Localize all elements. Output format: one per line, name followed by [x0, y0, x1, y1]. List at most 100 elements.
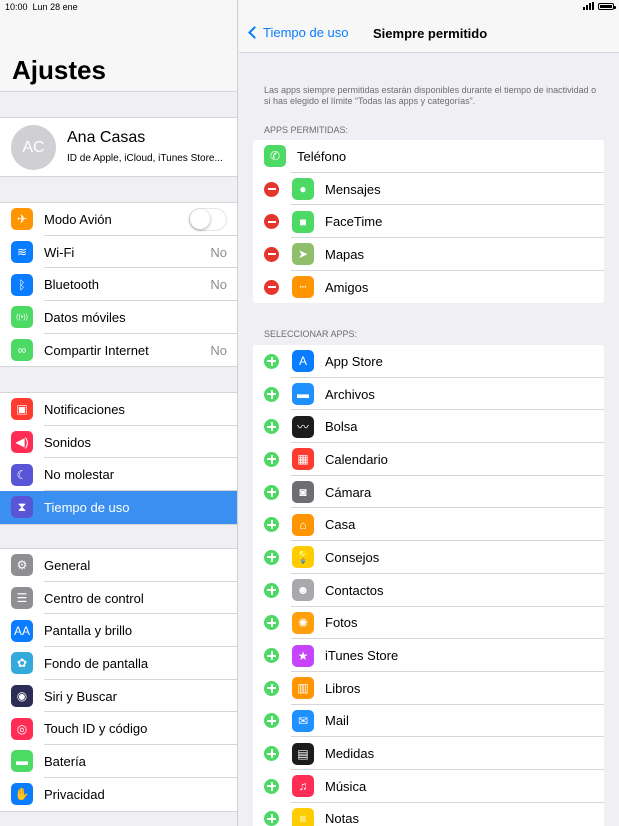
- settings-item-modo-avion[interactable]: ✈ Modo Avión: [0, 203, 237, 236]
- settings-item-value: No: [210, 277, 227, 293]
- battery-icon: [598, 2, 616, 10]
- select-apps-header: SELECCIONAR APPS:: [264, 329, 358, 339]
- moon-icon: ☾: [11, 463, 33, 486]
- lightbulb-icon: 💡: [292, 546, 314, 569]
- settings-item-pantalla-y-brillo[interactable]: AA Pantalla y brillo: [0, 614, 237, 647]
- add-circle-icon[interactable]: [264, 419, 279, 435]
- settings-item-tiempo-de-uso[interactable]: ⧗ Tiempo de uso: [0, 491, 237, 524]
- add-circle-icon[interactable]: [264, 778, 279, 794]
- app-row-facetime: ■ FaceTime: [253, 205, 604, 238]
- speaker-icon: ◀): [11, 431, 33, 454]
- settings-item-bluetooth[interactable]: ᛒ Bluetooth No: [0, 268, 237, 301]
- photos-icon: ✺: [292, 611, 314, 634]
- app-label: iTunes Store: [325, 648, 399, 664]
- settings-item-wifi[interactable]: ≋ Wi-Fi No: [0, 236, 237, 269]
- airplane-mode-toggle[interactable]: [189, 207, 227, 231]
- video-icon: ■: [292, 210, 314, 233]
- chevron-left-icon: [248, 26, 261, 39]
- settings-item-fondo-de-pantalla[interactable]: ✿ Fondo de pantalla: [0, 647, 237, 680]
- app-row-app-store: A App Store: [253, 345, 604, 378]
- back-button[interactable]: Tiempo de uso: [247, 25, 349, 40]
- settings-item-label: Bluetooth: [44, 277, 99, 293]
- avatar: AC: [11, 125, 56, 170]
- page-title: Ajustes: [12, 55, 106, 85]
- add-circle-icon[interactable]: [264, 648, 279, 664]
- add-circle-icon[interactable]: [264, 451, 279, 467]
- settings-group-general: ⚙ General ☰ Centro de control AA Pantalla y b…: [0, 548, 237, 812]
- siri-icon: ◉: [11, 685, 33, 708]
- settings-item-label: Notificaciones: [44, 401, 125, 417]
- mail-icon: ✉: [292, 709, 314, 732]
- settings-group-notifications: ▣ Notificaciones ◀) Sonidos ☾ No molestar ⧗ Tie…: [0, 392, 237, 525]
- settings-item-privacidad[interactable]: ✋ Privacidad: [0, 778, 237, 811]
- add-circle-icon[interactable]: [264, 353, 279, 369]
- add-circle-icon[interactable]: [264, 549, 279, 565]
- add-circle-icon[interactable]: [264, 811, 279, 826]
- settings-item-sonidos[interactable]: ◀) Sonidos: [0, 426, 237, 459]
- hourglass-icon: ⧗: [11, 496, 33, 519]
- add-circle-icon[interactable]: [264, 713, 279, 729]
- folder-icon: ▬: [292, 383, 314, 406]
- app-label: Notas: [325, 811, 359, 826]
- profile-subtitle: ID de Apple, iCloud, iTunes Store...: [67, 153, 223, 164]
- app-row-musica: ♫ Música: [253, 770, 604, 803]
- settings-item-datos-moviles[interactable]: ((•)) Datos móviles: [0, 301, 237, 334]
- add-circle-icon[interactable]: [264, 484, 279, 500]
- detail-panel: Tiempo de uso Siempre permitido Las apps…: [239, 0, 619, 826]
- allowed-apps-list: ✆ Teléfono ● Mensajes ■ FaceTime ➤ Mapas ⵈ Amigos: [253, 140, 604, 304]
- app-row-calendario: ▦ Calendario: [253, 443, 604, 476]
- map-icon: ➤: [292, 243, 314, 266]
- app-label: FaceTime: [325, 214, 383, 230]
- remove-circle-icon[interactable]: [264, 246, 279, 262]
- description-text: Las apps siempre permitidas estarán disp…: [264, 85, 597, 106]
- settings-item-no-molestar[interactable]: ☾ No molestar: [0, 458, 237, 491]
- settings-item-bateria[interactable]: ▬ Batería: [0, 745, 237, 778]
- add-circle-icon[interactable]: [264, 680, 279, 696]
- app-label: Bolsa: [325, 419, 358, 435]
- star-icon: ★: [292, 644, 314, 667]
- app-label: Teléfono: [297, 148, 347, 164]
- settings-item-notificaciones[interactable]: ▣ Notificaciones: [0, 393, 237, 426]
- add-circle-icon[interactable]: [264, 746, 279, 762]
- app-row-archivos: ▬ Archivos: [253, 378, 604, 411]
- settings-item-centro-de-control[interactable]: ☰ Centro de control: [0, 582, 237, 615]
- battery-icon: ▬: [11, 750, 33, 773]
- phone-icon: ✆: [264, 145, 286, 168]
- app-row-mensajes: ● Mensajes: [253, 173, 604, 206]
- text-size-icon: AA: [11, 619, 33, 642]
- airplane-icon: ✈: [11, 208, 33, 231]
- settings-item-siri-y-buscar[interactable]: ◉ Siri y Buscar: [0, 680, 237, 713]
- settings-item-compartir-internet[interactable]: ∞ Compartir Internet No: [0, 334, 237, 367]
- settings-item-touch-id[interactable]: ◎ Touch ID y código: [0, 712, 237, 745]
- clock: 10:00: [5, 2, 28, 12]
- home-icon: ⌂: [292, 513, 314, 536]
- app-row-notas: ≡ Notas: [253, 803, 604, 826]
- settings-item-general[interactable]: ⚙ General: [0, 549, 237, 582]
- remove-circle-icon[interactable]: [264, 214, 279, 230]
- remove-circle-icon[interactable]: [264, 181, 279, 197]
- add-circle-icon[interactable]: [264, 615, 279, 631]
- app-label: Medidas: [325, 746, 375, 762]
- app-row-mail: ✉ Mail: [253, 705, 604, 738]
- settings-sidebar: Ajustes AC Ana Casas ID de Apple, iCloud…: [0, 0, 238, 826]
- app-label: Consejos: [325, 549, 380, 565]
- settings-item-label: Compartir Internet: [44, 342, 149, 358]
- app-row-medidas: ▤ Medidas: [253, 737, 604, 770]
- apple-id-profile[interactable]: AC Ana Casas ID de Apple, iCloud, iTunes…: [0, 117, 237, 177]
- add-circle-icon[interactable]: [264, 517, 279, 533]
- settings-item-label: Sonidos: [44, 434, 91, 450]
- add-circle-icon[interactable]: [264, 386, 279, 402]
- settings-item-value: No: [210, 342, 227, 358]
- settings-item-label: Wi-Fi: [44, 244, 75, 260]
- add-circle-icon[interactable]: [264, 582, 279, 598]
- app-label: Amigos: [325, 279, 369, 295]
- settings-item-label: Siri y Buscar: [44, 688, 117, 704]
- detail-title: Siempre permitido: [373, 26, 488, 41]
- app-label: Libros: [325, 680, 361, 696]
- settings-item-value: No: [210, 244, 227, 260]
- app-row-consejos: 💡 Consejos: [253, 541, 604, 574]
- settings-item-label: Batería: [44, 753, 86, 769]
- notes-icon: ≡: [292, 807, 314, 826]
- notifications-icon: ▣: [11, 398, 33, 421]
- remove-circle-icon[interactable]: [264, 279, 279, 295]
